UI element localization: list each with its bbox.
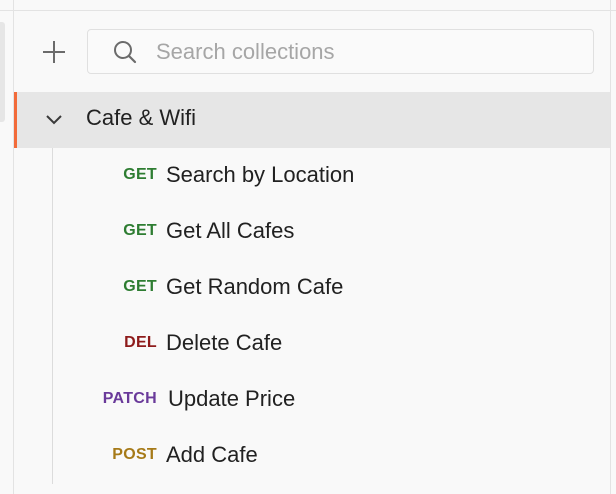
collection-name: Cafe & Wifi xyxy=(86,105,197,130)
active-indicator xyxy=(14,92,17,148)
request-name: Delete Cafe xyxy=(166,330,283,355)
left-rail xyxy=(0,22,5,122)
method-badge: GET xyxy=(123,166,157,183)
method-badge: POST xyxy=(112,446,157,463)
request-name: Get Random Cafe xyxy=(166,274,344,299)
request-name: Get All Cafes xyxy=(166,218,295,243)
request-name: Update Price xyxy=(168,386,296,411)
left-divider xyxy=(13,0,14,494)
plus-icon xyxy=(43,41,65,63)
request-name: Search by Location xyxy=(166,162,355,187)
request-item[interactable]: GET Search by Location xyxy=(53,148,610,204)
method-badge: PATCH xyxy=(102,390,157,407)
search-input[interactable] xyxy=(156,38,556,65)
method-badge: GET xyxy=(123,222,157,239)
request-name: Add Cafe xyxy=(166,442,258,467)
request-item[interactable]: GET Get Random Cafe xyxy=(53,260,610,316)
collections-sidebar: Cafe & Wifi GET Search by Location GET G… xyxy=(0,0,616,494)
search-box[interactable] xyxy=(87,29,594,74)
request-item[interactable]: POST Add Cafe xyxy=(53,428,610,484)
request-item[interactable]: PATCH Update Price xyxy=(53,372,610,428)
method-badge: DEL xyxy=(124,334,157,351)
method-badge: GET xyxy=(123,278,157,295)
right-divider xyxy=(610,0,611,494)
request-item[interactable]: GET Get All Cafes xyxy=(53,204,610,260)
request-item[interactable]: DEL Delete Cafe xyxy=(53,316,610,372)
search-icon xyxy=(112,39,138,65)
new-collection-button[interactable] xyxy=(34,32,74,72)
chevron-down-icon[interactable] xyxy=(42,108,66,132)
collection-item-cafe-wifi[interactable]: Cafe & Wifi xyxy=(14,92,610,148)
top-divider xyxy=(0,10,616,11)
